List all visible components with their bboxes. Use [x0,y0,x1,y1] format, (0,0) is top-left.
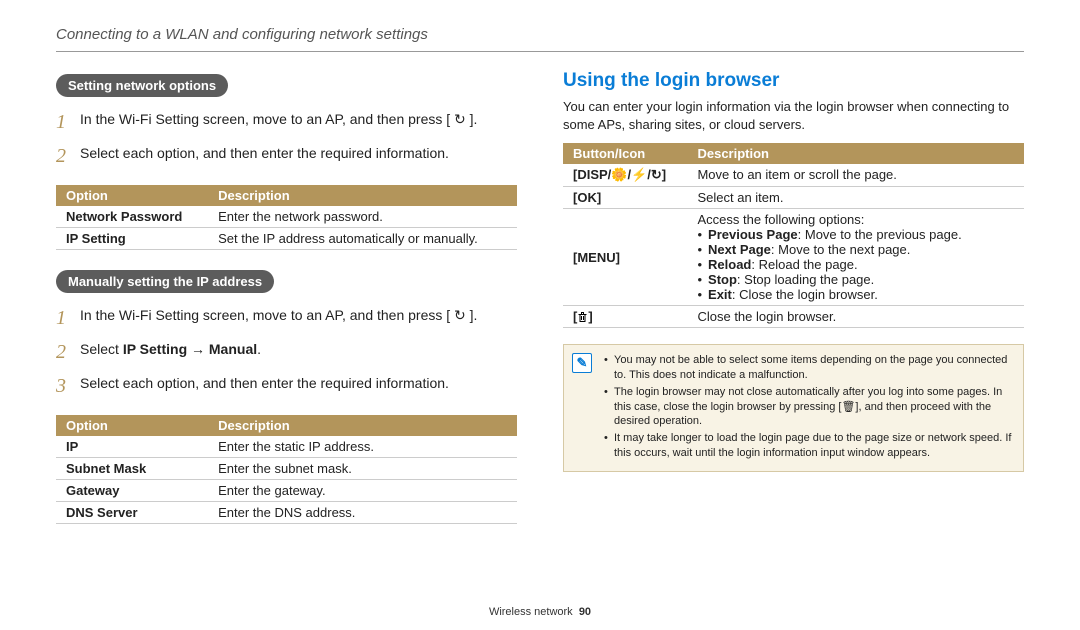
table-ip-settings: OptionDescription IPEnter the static IP … [56,415,517,524]
cell: IP [56,436,208,458]
cell: Enter the static IP address. [208,436,517,458]
menu-options-list: Previous Page: Move to the previous page… [697,227,1014,302]
step-number: 1 [56,303,70,333]
step-text: In the Wi-Fi Setting screen, move to an … [80,303,517,326]
col-button-icon: Button/Icon [563,143,687,164]
cell: Subnet Mask [56,458,208,480]
breadcrumb-header: Connecting to a WLAN and configuring net… [56,26,1024,52]
col-description: Description [208,185,517,206]
page-footer: Wireless network 90 [0,606,1080,618]
step-number: 3 [56,371,70,401]
cell: Move to an item or scroll the page. [687,164,1024,187]
cell: Enter the DNS address. [208,502,517,524]
section-intro: You can enter your login information via… [563,98,1024,133]
note-icon: ✎ [572,353,592,373]
left-column: Setting network options 1 In the Wi-Fi Se… [56,70,517,540]
section-title: Using the login browser [563,70,1024,92]
step-text: Select each option, and then enter the r… [80,371,517,394]
col-option: Option [56,185,208,206]
button-icon-disp: [DISP/🌼/⚡/↻] [563,164,687,187]
note-item: The login browser may not close automati… [604,385,1013,430]
step-number: 2 [56,141,70,171]
button-icon-menu: [MENU] [563,209,687,306]
cell: Set the IP address automatically or manu… [208,228,517,250]
table-login-browser: Button/IconDescription [DISP/🌼/⚡/↻]Move … [563,143,1024,328]
step-text: In the Wi-Fi Setting screen, move to an … [80,107,517,130]
note-item: It may take longer to load the login pag… [604,431,1013,461]
section-pill-network-options: Setting network options [56,74,228,97]
note-list: You may not be able to select some items… [604,353,1013,461]
step-number: 1 [56,107,70,137]
cell: Enter the subnet mask. [208,458,517,480]
section-pill-manual-ip: Manually setting the IP address [56,270,274,293]
table-network-options: OptionDescription Network PasswordEnter … [56,185,517,250]
step-text: Select IP Setting → Manual. [80,337,517,360]
col-description: Description [208,415,517,436]
right-column: Using the login browser You can enter yo… [563,70,1024,540]
button-icon-ok: [OK] [563,187,687,209]
steps-manual-ip: 1 In the Wi-Fi Setting screen, move to an… [56,303,517,401]
note-item: You may not be able to select some items… [604,353,1013,383]
cell: Select an item. [687,187,1024,209]
col-description: Description [687,143,1024,164]
cell: DNS Server [56,502,208,524]
button-icon-trash: [] [563,306,687,328]
cell: Enter the network password. [208,206,517,228]
cell: Access the following options: Previous P… [687,209,1024,306]
step-number: 2 [56,337,70,367]
trash-icon [577,311,588,323]
cell: Enter the gateway. [208,480,517,502]
step-text: Select each option, and then enter the r… [80,141,517,164]
steps-network-options: 1 In the Wi-Fi Setting screen, move to an… [56,107,517,171]
cell: Close the login browser. [687,306,1024,328]
note-box: ✎ You may not be able to select some ite… [563,344,1024,472]
cell: Gateway [56,480,208,502]
cell: IP Setting [56,228,208,250]
col-option: Option [56,415,208,436]
cell: Network Password [56,206,208,228]
